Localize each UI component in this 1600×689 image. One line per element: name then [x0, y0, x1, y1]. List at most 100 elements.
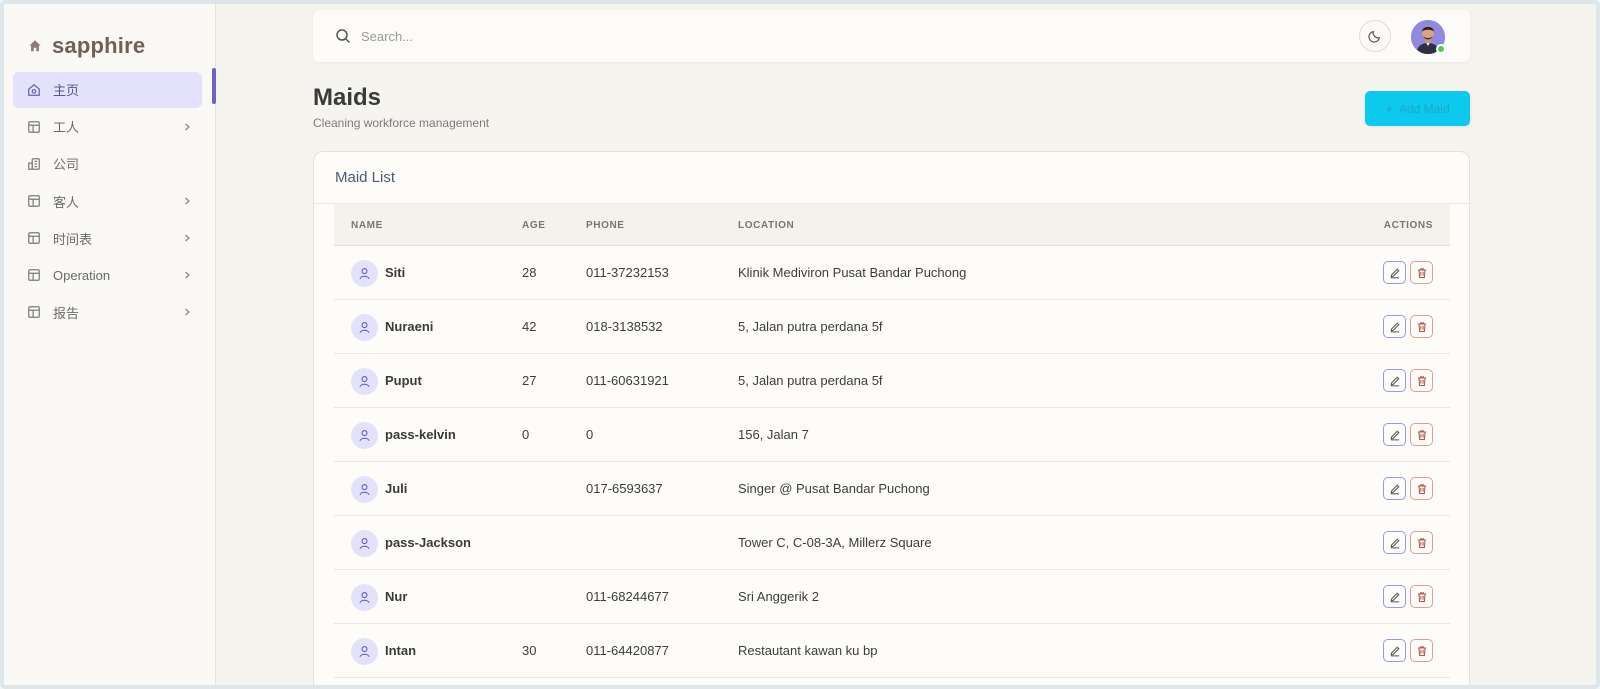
table-row[interactable]: Nur 011-68244677 Sri Anggerik 2 — [334, 570, 1450, 624]
maid-location: Tower C, C-08-3A, Millerz Square — [738, 535, 932, 550]
trash-icon — [1417, 267, 1426, 278]
pencil-icon — [1390, 592, 1399, 602]
search-input[interactable] — [361, 24, 961, 48]
maid-name: Puput — [385, 373, 422, 388]
maid-phone: 017-6593637 — [586, 481, 663, 496]
maid-table: NAME AGE PHONE LOCATION ACTIONS Siti 28 … — [334, 204, 1450, 678]
delete-button[interactable] — [1410, 639, 1433, 662]
trash-icon — [1417, 645, 1426, 656]
maid-phone: 011-68244677 — [586, 589, 669, 604]
topbar — [313, 10, 1470, 62]
table-header: NAME AGE PHONE LOCATION ACTIONS — [334, 204, 1450, 246]
trash-icon — [1417, 321, 1426, 332]
sidebar-item-home[interactable]: 主页 — [13, 72, 202, 108]
row-actions — [1383, 261, 1433, 284]
theme-toggle-button[interactable] — [1359, 20, 1391, 52]
table-row[interactable]: pass-Jackson Tower C, C-08-3A, Millerz S… — [334, 516, 1450, 570]
row-actions — [1383, 369, 1433, 392]
sidebar-item-operation[interactable]: Operation — [13, 257, 202, 293]
sidebar-item-reports[interactable]: 报告 — [13, 295, 202, 331]
chevron-right-icon — [185, 123, 190, 131]
delete-button[interactable] — [1410, 315, 1433, 338]
search-icon — [336, 29, 351, 44]
active-indicator — [212, 68, 216, 104]
edit-button[interactable] — [1383, 585, 1406, 608]
home-icon — [28, 83, 40, 96]
pencil-icon — [1390, 646, 1399, 656]
maid-phone: 018-3138532 — [586, 319, 663, 334]
layout-icon — [28, 306, 40, 319]
edit-button[interactable] — [1383, 639, 1406, 662]
edit-button[interactable] — [1383, 369, 1406, 392]
table-body: Siti 28 011-37232153 Klinik Mediviron Pu… — [334, 246, 1450, 678]
column-header-age[interactable]: AGE — [522, 220, 545, 231]
page-title: Maids — [313, 84, 382, 111]
column-header-phone[interactable]: PHONE — [586, 220, 625, 231]
add-maid-button[interactable]: + Add Maid — [1365, 91, 1470, 126]
trash-icon — [1417, 483, 1426, 494]
online-status-indicator — [1436, 44, 1446, 54]
maid-location: Sri Anggerik 2 — [738, 589, 819, 604]
page-subtitle: Cleaning workforce management — [313, 116, 490, 130]
maid-location: Restautant kawan ku bp — [738, 643, 878, 658]
sidebar-item-company[interactable]: 公司 — [13, 146, 202, 182]
maid-name: Nuraeni — [385, 319, 434, 334]
user-avatar — [351, 368, 378, 395]
pencil-icon — [1390, 322, 1399, 332]
delete-button[interactable] — [1410, 585, 1433, 608]
moon-icon — [1368, 30, 1381, 43]
column-header-name[interactable]: NAME — [351, 220, 383, 231]
maid-phone: 0 — [586, 427, 594, 442]
card-title: Maid List — [335, 169, 396, 186]
maid-location: 5, Jalan putra perdana 5f — [738, 319, 883, 334]
chevron-right-icon — [185, 308, 190, 316]
edit-button[interactable] — [1383, 531, 1406, 554]
table-row[interactable]: Puput 27 011-60631921 5, Jalan putra per… — [334, 354, 1450, 408]
row-actions — [1383, 585, 1433, 608]
table-row[interactable]: pass-kelvin 0 0 156, Jalan 7 — [334, 408, 1450, 462]
row-actions — [1383, 315, 1433, 338]
maid-name: pass-Jackson — [385, 535, 471, 550]
add-maid-label: Add Maid — [1398, 101, 1450, 116]
table-row[interactable]: Nuraeni 42 018-3138532 5, Jalan putra pe… — [334, 300, 1450, 354]
trash-icon — [1417, 375, 1426, 386]
sidebar-item-label: 主页 — [53, 83, 80, 99]
edit-button[interactable] — [1383, 423, 1406, 446]
user-icon — [359, 268, 370, 280]
pencil-icon — [1390, 484, 1399, 494]
delete-button[interactable] — [1410, 531, 1433, 554]
maid-location: Klinik Mediviron Pusat Bandar Puchong — [738, 265, 967, 280]
maid-age: 27 — [522, 373, 537, 388]
delete-button[interactable] — [1410, 261, 1433, 284]
column-header-location[interactable]: LOCATION — [738, 220, 794, 231]
table-row[interactable]: Intan 30 011-64420877 Restautant kawan k… — [334, 624, 1450, 678]
user-icon — [359, 646, 370, 658]
edit-button[interactable] — [1383, 477, 1406, 500]
table-row[interactable]: Siti 28 011-37232153 Klinik Mediviron Pu… — [334, 246, 1450, 300]
maid-name: Intan — [385, 643, 417, 658]
user-avatar — [351, 476, 378, 503]
sidebar-item-workers[interactable]: 工人 — [13, 109, 202, 145]
row-actions — [1383, 423, 1433, 446]
sidebar-item-schedule[interactable]: 时间表 — [13, 220, 202, 256]
column-header-actions: ACTIONS — [1383, 220, 1433, 231]
pencil-icon — [1390, 376, 1399, 386]
sidebar-item-customers[interactable]: 客人 — [13, 183, 202, 219]
delete-button[interactable] — [1410, 477, 1433, 500]
brand[interactable]: sapphire — [4, 4, 215, 68]
building-icon — [28, 158, 40, 170]
maid-location: 5, Jalan putra perdana 5f — [738, 373, 883, 388]
maid-list-card: Maid List NAME AGE PHONE LOCATION ACTION… — [313, 151, 1470, 689]
table-row[interactable]: Juli 017-6593637 Singer @ Pusat Bandar P… — [334, 462, 1450, 516]
delete-button[interactable] — [1410, 369, 1433, 392]
edit-button[interactable] — [1383, 315, 1406, 338]
maid-phone: 011-60631921 — [586, 373, 669, 388]
user-icon — [359, 484, 370, 496]
delete-button[interactable] — [1410, 423, 1433, 446]
user-icon — [359, 376, 370, 388]
sidebar-item-label: 时间表 — [53, 231, 93, 247]
maid-phone: 011-64420877 — [586, 643, 669, 658]
maid-phone: 011-37232153 — [586, 265, 669, 280]
user-avatar — [351, 422, 378, 449]
edit-button[interactable] — [1383, 261, 1406, 284]
